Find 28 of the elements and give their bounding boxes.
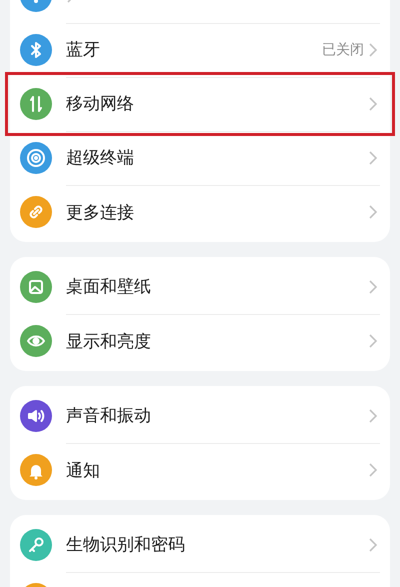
settings-row[interactable]: 声音和振动	[10, 389, 390, 443]
setting-label: 移动网络	[66, 93, 135, 115]
settings-row[interactable]: 生物识别和密码	[10, 518, 390, 572]
settings-row[interactable]: 更多连接	[10, 185, 390, 239]
chevron-icon	[368, 278, 378, 294]
setting-label: 蓝牙	[66, 39, 101, 61]
setting-label: 更多连接	[66, 202, 135, 224]
settings-row[interactable]: 蓝牙 已关闭	[10, 23, 390, 77]
chevron-icon	[368, 42, 378, 58]
settings-row[interactable]: 通知	[10, 443, 390, 497]
settings-row[interactable]: 桌面和壁纸	[10, 260, 390, 314]
chevron-icon	[368, 333, 378, 349]
settings-row[interactable]: 超级终端	[10, 131, 390, 185]
setting-label: 超级终端	[66, 147, 135, 169]
chevron-icon	[368, 408, 378, 424]
settings-row[interactable]: 显示和亮度	[10, 314, 390, 368]
setting-label: 显示和亮度	[66, 330, 152, 352]
chevron-icon	[368, 204, 378, 220]
chevron-icon	[368, 536, 378, 552]
setting-label: 声音和振动	[66, 405, 152, 427]
chevron-icon	[368, 150, 378, 166]
setting-label: 通知	[66, 460, 101, 482]
setting-label: 生物识别和密码	[66, 534, 186, 556]
highlighted-settings-row[interactable]: 移动网络	[10, 77, 390, 131]
chevron-icon	[368, 96, 378, 112]
setting-value: 已关闭	[322, 40, 364, 58]
setting-label: 桌面和壁纸	[66, 276, 152, 298]
chevron-icon	[368, 462, 378, 478]
